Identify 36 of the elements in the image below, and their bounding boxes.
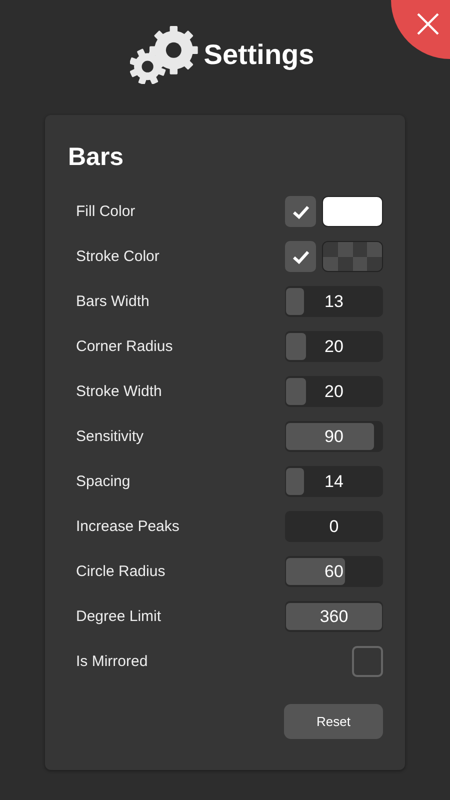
page-title: Settings (204, 39, 314, 71)
setting-label: Is Mirrored (75, 653, 148, 670)
checkbox[interactable] (285, 241, 316, 272)
slider-value: 20 (324, 382, 344, 402)
slider-value: 90 (324, 426, 344, 446)
slider[interactable]: 90 (285, 421, 383, 452)
setting-label: Degree Limit (75, 608, 162, 625)
slider-value: 60 (324, 562, 344, 582)
setting-label: Corner Radius (75, 338, 173, 355)
checkbox[interactable] (285, 196, 316, 227)
slider[interactable]: 360 (285, 601, 383, 632)
slider-value: 360 (320, 606, 348, 626)
gears-icon (130, 26, 198, 84)
checkbox[interactable] (352, 646, 383, 677)
setting-label: Bars Width (75, 293, 150, 310)
setting-label: Fill Color (75, 203, 136, 220)
setting-label: Stroke Width (75, 383, 162, 400)
color-swatch[interactable] (322, 196, 383, 227)
slider[interactable]: 14 (285, 466, 383, 497)
section-title: Bars (68, 143, 125, 173)
slider[interactable]: 60 (285, 556, 383, 587)
setting-label: Increase Peaks (75, 518, 180, 535)
setting-label: Spacing (75, 473, 130, 490)
slider-value: 20 (324, 336, 344, 356)
close-icon (416, 12, 440, 36)
color-swatch[interactable] (322, 241, 383, 272)
slider-value: 14 (324, 472, 344, 492)
slider[interactable]: 13 (285, 286, 383, 317)
number-field[interactable]: 0 (285, 511, 383, 542)
setting-label: Circle Radius (75, 563, 166, 580)
slider-value: 13 (324, 292, 344, 312)
setting-label: Sensitivity (75, 428, 144, 445)
slider[interactable]: 20 (285, 376, 383, 407)
reset-button[interactable]: Reset (284, 704, 383, 739)
setting-label: Stroke Color (75, 248, 160, 265)
slider[interactable]: 20 (285, 331, 383, 362)
